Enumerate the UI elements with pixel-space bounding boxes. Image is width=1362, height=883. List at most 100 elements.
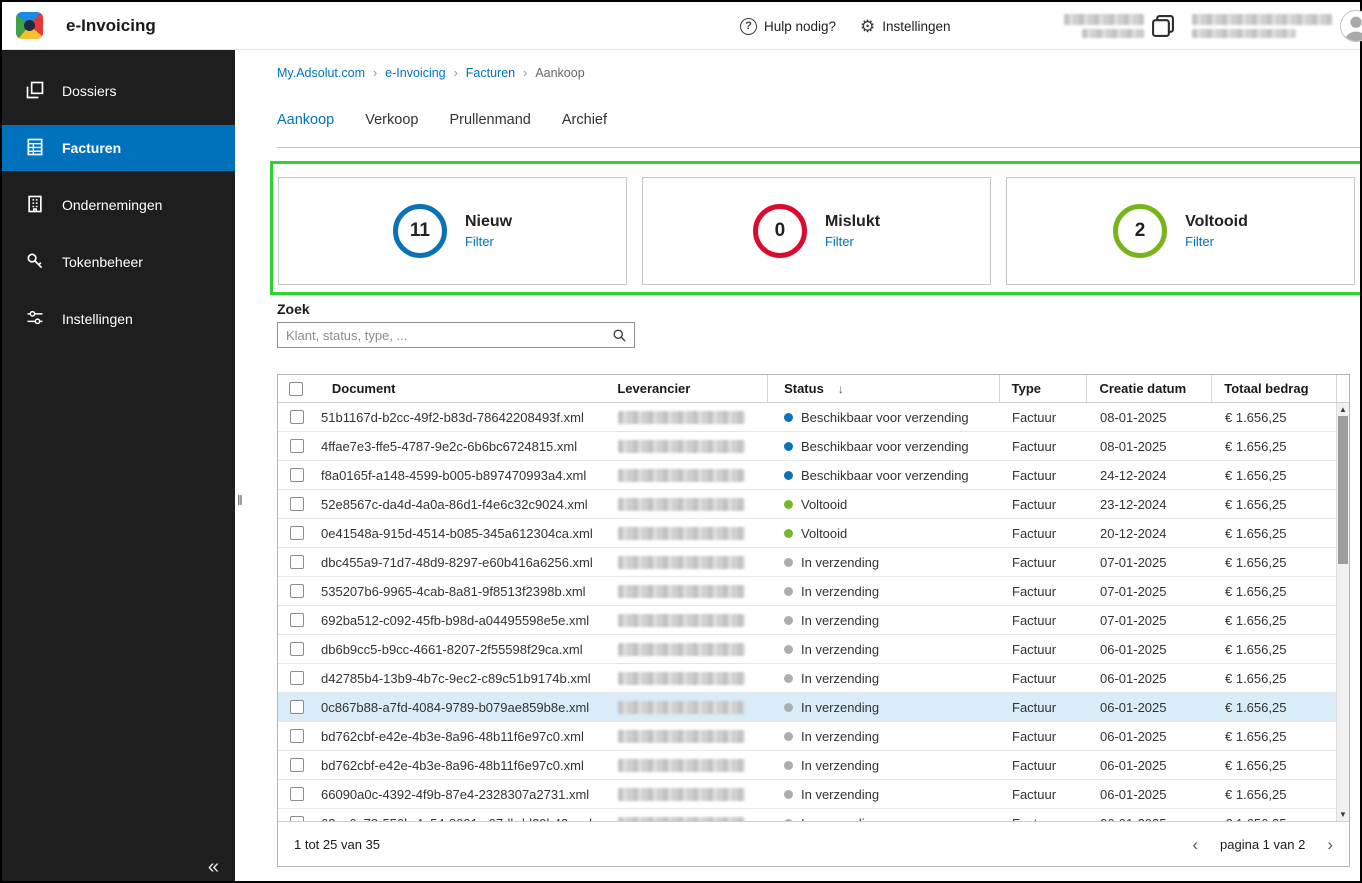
row-checkbox[interactable]: [289, 729, 304, 743]
next-page-button[interactable]: ›: [1327, 836, 1333, 853]
row-checkbox[interactable]: [289, 468, 304, 482]
column-header-date[interactable]: Creatie datum: [1086, 375, 1211, 402]
sidebar-item-instellingen[interactable]: Instellingen: [2, 296, 235, 342]
column-header-amount[interactable]: Totaal bedrag: [1211, 375, 1336, 402]
amount-cell: € 1.656,25: [1225, 728, 1287, 744]
status-label: In verzending: [801, 757, 880, 773]
status-dot: [784, 586, 793, 596]
table-row[interactable]: 51b1167d-b2cc-49f2-b83d-78642208493f.xml…: [278, 403, 1349, 432]
page-indicator: pagina 1 van 2: [1220, 836, 1306, 852]
stat-label: Voltooid: [1185, 213, 1248, 230]
breadcrumb-myadsolut[interactable]: My.Adsolut.com: [277, 66, 385, 80]
table-row[interactable]: 0c867b88-a7fd-4084-9789-b079ae859b8e.xml…: [278, 693, 1349, 722]
company-switcher-icon[interactable]: [1149, 12, 1177, 40]
avatar[interactable]: [1340, 10, 1362, 42]
scroll-up-arrow[interactable]: ▲: [1337, 403, 1349, 416]
status-dot: [784, 673, 793, 683]
column-header-document[interactable]: Document: [315, 375, 610, 402]
filter-link-voltooid[interactable]: Filter: [1185, 234, 1248, 249]
type-cell: Factuur: [1012, 583, 1057, 599]
table-row[interactable]: d42785b4-13b9-4b7c-9ec2-c89c51b9174b.xml…: [278, 664, 1349, 693]
supplier-redacted: [618, 642, 745, 656]
row-checkbox[interactable]: [289, 526, 304, 540]
amount-cell: € 1.656,25: [1225, 583, 1287, 599]
table-row[interactable]: db6b9cc5-b9cc-4661-8207-2f55598f29ca.xml…: [278, 635, 1349, 664]
sidebar-item-label: Ondernemingen: [62, 197, 163, 213]
vertical-scrollbar[interactable]: ▲ ▼: [1336, 403, 1349, 821]
column-header-supplier[interactable]: Leverancier: [610, 375, 767, 402]
sidebar-item-tokenbeheer[interactable]: Tokenbeheer: [2, 239, 235, 285]
type-cell: Factuur: [1012, 496, 1057, 512]
status-label: In verzending: [801, 554, 880, 570]
previous-page-button[interactable]: ‹: [1192, 836, 1198, 853]
row-checkbox[interactable]: [289, 700, 304, 714]
table-row[interactable]: bd762cbf-e42e-4b3e-8a96-48b11f6e97c0.xml…: [278, 722, 1349, 751]
tab-archief[interactable]: Archief: [562, 112, 607, 134]
table-row[interactable]: dbc455a9-71d7-48d9-8297-e60b416a6256.xml…: [278, 548, 1349, 577]
help-button[interactable]: ? Hulp nodig?: [740, 2, 836, 50]
stat-value: 2: [1134, 220, 1146, 241]
sidebar-item-ondernemingen[interactable]: Ondernemingen: [2, 182, 235, 228]
breadcrumb-facturen[interactable]: Facturen: [466, 66, 536, 80]
amount-cell: € 1.656,25: [1225, 699, 1287, 715]
scrollbar-thumb[interactable]: [1338, 416, 1348, 564]
search-input[interactable]: [278, 327, 604, 343]
status-dot: [784, 615, 793, 625]
row-checkbox[interactable]: [289, 642, 304, 656]
sidebar-item-dossiers[interactable]: Dossiers: [2, 68, 235, 114]
sidebar: Dossiers Facturen Ondernemingen Tokenbeh…: [2, 50, 235, 881]
table-row[interactable]: 4ffae7e3-ffe5-4787-9e2c-6b6bc6724815.xml…: [278, 432, 1349, 461]
sidebar-item-facturen[interactable]: Facturen: [2, 125, 235, 171]
tab-aankoop[interactable]: Aankoop: [277, 112, 334, 134]
row-checkbox[interactable]: [289, 787, 304, 801]
tab-prullenmand[interactable]: Prullenmand: [449, 112, 530, 134]
scroll-down-arrow[interactable]: ▼: [1337, 808, 1349, 821]
filter-link-nieuw[interactable]: Filter: [465, 234, 512, 249]
row-checkbox[interactable]: [289, 555, 304, 569]
sidebar-resize-handle[interactable]: ‖: [237, 492, 243, 508]
row-checkbox[interactable]: [289, 497, 304, 511]
type-cell: Factuur: [1012, 554, 1057, 570]
supplier-redacted: [618, 497, 745, 511]
row-checkbox[interactable]: [289, 410, 304, 424]
date-cell: 07-01-2025: [1100, 583, 1167, 599]
sort-descending-icon[interactable]: ↓: [838, 382, 844, 396]
type-cell: Factuur: [1012, 728, 1057, 744]
amount-cell: € 1.656,25: [1225, 641, 1287, 657]
settings-button[interactable]: ⚙ Instellingen: [860, 2, 951, 50]
tab-verkoop[interactable]: Verkoop: [365, 112, 418, 134]
row-checkbox[interactable]: [289, 439, 304, 453]
document-name: db6b9cc5-b9cc-4661-8207-2f55598f29ca.xml: [321, 641, 583, 657]
date-cell: 08-01-2025: [1100, 438, 1167, 454]
row-checkbox[interactable]: [289, 613, 304, 627]
type-cell: Factuur: [1012, 786, 1057, 802]
table-row[interactable]: bd762cbf-e42e-4b3e-8a96-48b11f6e97c0.xml…: [278, 751, 1349, 780]
select-all-checkbox[interactable]: [289, 381, 304, 396]
invoice-table: Document Leverancier Status ↓ Type Creat…: [277, 374, 1350, 867]
search-icon[interactable]: [604, 323, 634, 347]
status-dot: [784, 702, 793, 712]
table-row[interactable]: 66090a0c-4392-4f9b-87e4-2328307a2731.xml…: [278, 780, 1349, 809]
column-header-type[interactable]: Type: [998, 375, 1087, 402]
row-checkbox[interactable]: [289, 671, 304, 685]
row-checkbox[interactable]: [289, 758, 304, 772]
stat-value: 11: [409, 220, 430, 241]
status-label: In verzending: [801, 728, 880, 744]
table-row[interactable]: 63ec6a78-556b-4e54-8091-c07dbdd29b42.xml…: [278, 809, 1349, 821]
date-cell: 07-01-2025: [1100, 612, 1167, 628]
breadcrumb-einvoicing[interactable]: e-Invoicing: [385, 66, 466, 80]
row-checkbox[interactable]: [289, 584, 304, 598]
table-row[interactable]: 692ba512-c092-45fb-b98d-a04495598e5e.xml…: [278, 606, 1349, 635]
date-cell: 23-12-2024: [1100, 496, 1167, 512]
type-cell: Factuur: [1012, 467, 1057, 483]
table-row[interactable]: 535207b6-9965-4cab-8a81-9f8513f2398b.xml…: [278, 577, 1349, 606]
table-row[interactable]: 0e41548a-915d-4514-b085-345a612304ca.xml…: [278, 519, 1349, 548]
date-cell: 20-12-2024: [1100, 525, 1167, 541]
type-cell: Factuur: [1012, 612, 1057, 628]
filter-link-mislukt[interactable]: Filter: [825, 234, 880, 249]
sidebar-collapse-button[interactable]: «: [208, 856, 219, 879]
stat-cards: 11 Nieuw Filter 0 Mislukt Filter 2 Volto…: [278, 177, 1355, 285]
column-header-status[interactable]: Status ↓: [767, 375, 999, 402]
table-row[interactable]: 52e8567c-da4d-4a0a-86d1-f4e6c32c9024.xml…: [278, 490, 1349, 519]
table-row[interactable]: f8a0165f-a148-4599-b005-b897470993a4.xml…: [278, 461, 1349, 490]
